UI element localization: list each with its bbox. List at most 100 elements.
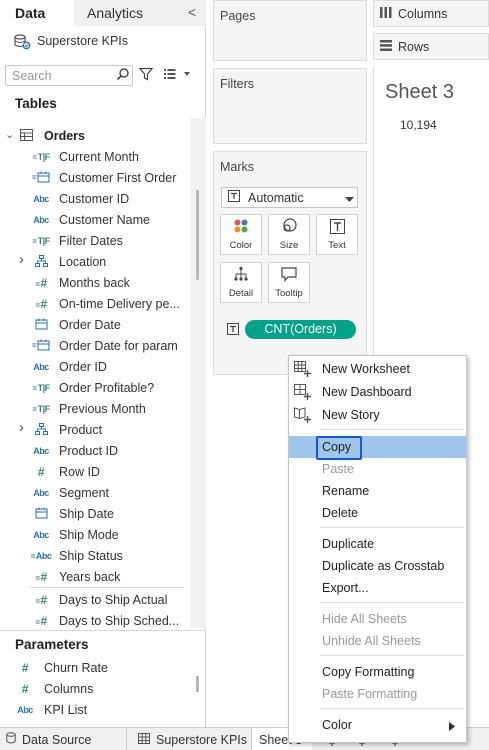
field-previous-month[interactable]: =T|F Previous Month [0, 398, 190, 419]
field-days-to-ship-actual[interactable]: =# Days to Ship Actual [0, 589, 190, 610]
parameter-label: Columns [44, 681, 94, 696]
tab-analytics[interactable]: Analytics [74, 0, 184, 26]
tab-superstore-kpis[interactable]: Superstore KPIs [130, 728, 252, 750]
datasource-row[interactable]: Superstore KPIs [14, 32, 128, 50]
field-label: Product ID [59, 443, 119, 458]
field-years-back[interactable]: =# Years back [0, 566, 190, 587]
menu-delete[interactable]: Delete [289, 502, 466, 524]
text-icon [329, 219, 345, 237]
expand-table-icon[interactable]: ⌄ [5, 128, 14, 141]
field-type-icon: Abc [33, 487, 49, 498]
detail-button[interactable]: Detail [220, 262, 262, 303]
field-location[interactable]: › Location [0, 251, 190, 272]
menu-duplicate[interactable]: Duplicate [289, 533, 466, 555]
field-order-profitable[interactable]: =T|F Order Profitable? [0, 377, 190, 398]
parameter-label: Churn Rate [44, 660, 108, 675]
menu-duplicate-crosstab[interactable]: Duplicate as Crosstab [289, 555, 466, 577]
data-source-icon [6, 732, 16, 747]
field-months-back[interactable]: =# Months back [0, 272, 190, 293]
field-label: Location [59, 254, 107, 269]
field-days-to-ship-sched[interactable]: =# Days to Ship Sched... [0, 610, 190, 631]
menu-copy[interactable]: Copy [289, 436, 466, 460]
menu-paste-formatting: Paste Formatting [289, 683, 466, 705]
size-button[interactable]: Size [268, 214, 310, 255]
field-type-icon: =# [35, 296, 47, 311]
field-label: Months back [59, 275, 130, 290]
pages-card[interactable]: Pages [213, 0, 367, 61]
color-button[interactable]: Color [220, 214, 262, 255]
field-current-month[interactable]: =T|F Current Month [0, 146, 190, 167]
tooltip-label: Tooltip [275, 288, 303, 299]
field-ship-date[interactable]: Ship Date [0, 503, 190, 524]
columns-shelf[interactable]: Columns [373, 0, 489, 27]
menu-paste: Paste [289, 458, 466, 480]
datasource-name: Superstore KPIs [37, 34, 129, 48]
menu-export-label: Export... [322, 581, 369, 595]
filters-card[interactable]: Filters [213, 68, 367, 144]
tab-data[interactable]: Data [0, 0, 74, 26]
data-pane: Data Analytics < Superstore KPIs Search … [0, 0, 206, 727]
menu-copy-formatting[interactable]: Copy Formatting [289, 661, 466, 683]
calc-field-divider [30, 587, 184, 588]
field-customer-id[interactable]: Abc Customer ID [0, 188, 190, 209]
field-order-id[interactable]: Abc Order ID [0, 356, 190, 377]
field-on-time-delivery-pe[interactable]: =# On-time Delivery pe... [0, 293, 190, 314]
table-name: Orders [44, 129, 85, 143]
detail-label: Detail [228, 288, 254, 299]
scrollbar-thumb[interactable] [196, 190, 199, 280]
submenu-arrow-icon [449, 720, 455, 734]
param-scrollbar-thumb[interactable] [196, 676, 199, 692]
menu-new-story[interactable]: New Story [289, 404, 466, 426]
field-row-id[interactable]: # Row ID [0, 461, 190, 482]
text-button[interactable]: Text [316, 214, 358, 255]
menu-duplicate-label: Duplicate [322, 537, 375, 551]
field-label: Current Month [59, 149, 139, 164]
tooltip-icon [281, 267, 297, 285]
parameters-heading: Parameters [15, 637, 89, 652]
parameter-type-icon: # [21, 660, 29, 675]
field-label: Ship Mode [59, 527, 119, 542]
field-type-icon: =T|F [32, 151, 50, 162]
search-input[interactable]: Search [5, 65, 133, 86]
field-customer-first-order[interactable]: = Customer First Order [0, 167, 190, 188]
field-type-icon: Abc [33, 445, 49, 456]
field-ship-status[interactable]: =Abc Ship Status [0, 545, 190, 566]
data-source-tab[interactable]: Data Source [0, 728, 127, 750]
expand-hierarchy-icon[interactable]: › [19, 419, 24, 436]
menu-new-story-label: New Story [322, 408, 380, 422]
data-source-label: Data Source [22, 732, 92, 747]
field-customer-name[interactable]: Abc Customer Name [0, 209, 190, 230]
field-filter-dates[interactable]: =T|F Filter Dates [0, 230, 190, 251]
menu-hide-all-sheets-label: Hide All Sheets [322, 612, 407, 626]
menu-new-worksheet[interactable]: New Worksheet [289, 358, 466, 380]
search-icon[interactable] [116, 67, 130, 84]
rows-icon [380, 39, 392, 54]
menu-rename[interactable]: Rename [289, 480, 466, 502]
measure-pill[interactable]: CNT(Orders) [245, 320, 356, 339]
field-ship-mode[interactable]: Abc Ship Mode [0, 524, 190, 545]
field-order-date[interactable]: Order Date [0, 314, 190, 335]
parameter-kpi-list[interactable]: Abc KPI List [0, 699, 190, 720]
field-order-date-for-param[interactable]: = Order Date for param [0, 335, 190, 356]
worksheet-tab-icon [138, 732, 150, 747]
menu-export[interactable]: Export... [289, 577, 466, 599]
field-segment[interactable]: Abc Segment [0, 482, 190, 503]
menu-duplicate-crosstab-label: Duplicate as Crosstab [322, 559, 445, 573]
parameter-columns[interactable]: # Columns [0, 678, 190, 699]
table-orders[interactable]: ⌄ Orders [0, 127, 190, 147]
filter-icon[interactable] [138, 67, 154, 84]
mark-type-select[interactable]: Automatic [221, 187, 358, 208]
tooltip-button[interactable]: Tooltip [268, 262, 310, 303]
field-label: Ship Status [59, 548, 123, 563]
menu-color[interactable]: Color [289, 714, 466, 736]
view-options-icon[interactable] [163, 68, 191, 83]
rows-shelf[interactable]: Rows [373, 33, 489, 60]
field-product[interactable]: › Product [0, 419, 190, 440]
collapse-pane-icon[interactable]: < [188, 4, 196, 20]
field-label: Customer Name [59, 212, 150, 227]
mark-type-value: Automatic [248, 190, 304, 205]
menu-new-dashboard[interactable]: New Dashboard [289, 381, 466, 403]
parameter-churn-rate[interactable]: # Churn Rate [0, 657, 190, 678]
expand-hierarchy-icon[interactable]: › [19, 251, 24, 268]
field-product-id[interactable]: Abc Product ID [0, 440, 190, 461]
